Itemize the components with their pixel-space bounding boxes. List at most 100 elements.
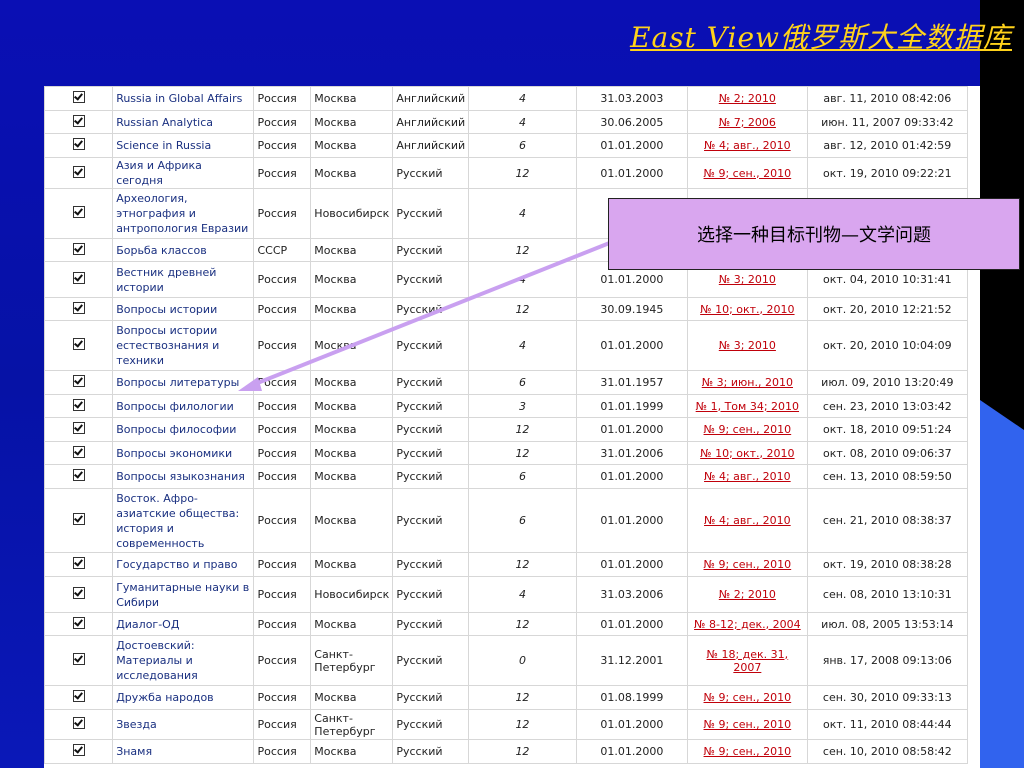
table-row[interactable]: Гуманитарные науки в Сибири Россия Новосиб…	[44, 576, 969, 613]
cell-title[interactable]: Вопросы истории естествознания и техники	[112, 320, 255, 371]
table-row[interactable]: Государство и право Россия Москва Русский 12…	[44, 552, 969, 577]
issue-link[interactable]: № 10; окт., 2010	[700, 447, 794, 460]
table-row[interactable]: Вопросы истории естествознания и техники…	[44, 320, 969, 371]
table-row[interactable]: Диалог-ОД Россия Москва Русский 12 01.01.2000…	[44, 612, 969, 636]
checkbox[interactable]	[44, 635, 114, 686]
issue-link[interactable]: № 9; сен., 2010	[704, 745, 792, 758]
issue-link[interactable]: № 9; сен., 2010	[704, 423, 792, 436]
checkbox[interactable]	[44, 297, 114, 321]
cell-title[interactable]: Russia in Global Affairs	[112, 86, 255, 111]
checkbox[interactable]	[44, 417, 114, 442]
checkbox[interactable]	[44, 576, 114, 613]
cell-title[interactable]: Вопросы языкознания	[112, 464, 255, 489]
cell-title[interactable]: Азия и Африка сегодня	[112, 157, 255, 189]
row-checkbox[interactable]	[72, 165, 85, 178]
cell-title[interactable]: Диалог-ОД	[112, 612, 255, 636]
table-row[interactable]: Восток. Афро-азиатские общества: история…	[44, 488, 969, 553]
table-row[interactable]: Russia in Global Affairs Россия Москва Англ…	[44, 86, 969, 111]
row-checkbox[interactable]	[72, 301, 85, 314]
checkbox[interactable]	[44, 739, 114, 764]
cell-title[interactable]: Вопросы экономики	[112, 441, 255, 465]
table-row[interactable]: Вопросы филологии Россия Москва Русский 3 01.…	[44, 394, 969, 418]
checkbox[interactable]	[44, 685, 114, 710]
checkbox[interactable]	[44, 464, 114, 489]
issue-link[interactable]: № 3; 2010	[719, 273, 776, 286]
cell-title[interactable]: Russian Analytica	[112, 110, 255, 134]
issue-link[interactable]: № 8-12; дек., 2004	[694, 618, 801, 631]
table-row[interactable]: Вопросы истории Россия Москва Русский 12 30.0…	[44, 297, 969, 321]
row-checkbox[interactable]	[72, 744, 85, 756]
row-checkbox[interactable]	[72, 242, 85, 255]
cell-title[interactable]: Вопросы филологии	[112, 394, 255, 418]
cell-title[interactable]: Восток. Афро-азиатские общества: история…	[112, 488, 255, 553]
cell-title[interactable]: Дружба народов	[112, 685, 255, 710]
issue-link[interactable]: № 2; 2010	[719, 588, 776, 601]
cell-title[interactable]: Борьба классов	[112, 238, 255, 262]
issue-link[interactable]: № 1, Том 34; 2010	[696, 400, 799, 413]
table-row[interactable]: Достоевский: Материалы и исследования Рос…	[44, 635, 969, 686]
row-checkbox[interactable]	[72, 557, 85, 569]
row-checkbox[interactable]	[72, 338, 85, 350]
row-checkbox[interactable]	[72, 91, 85, 103]
row-checkbox[interactable]	[72, 616, 85, 629]
checkbox[interactable]	[44, 320, 114, 371]
row-checkbox[interactable]	[72, 138, 85, 150]
issue-link[interactable]: № 2; 2010	[719, 92, 776, 105]
checkbox[interactable]	[44, 188, 114, 239]
cell-title[interactable]: Достоевский: Материалы и исследования	[112, 635, 255, 686]
table-row[interactable]: Дружба народов Россия Москва Русский 12 01.08…	[44, 685, 969, 710]
row-checkbox[interactable]	[72, 375, 85, 387]
issue-link[interactable]: № 4; авг., 2010	[704, 470, 791, 483]
checkbox[interactable]	[44, 394, 114, 418]
issue-link[interactable]: № 7; 2006	[719, 116, 776, 129]
row-checkbox[interactable]	[72, 653, 85, 665]
cell-title[interactable]: Science in Russia	[112, 133, 255, 158]
table-row[interactable]: Вопросы языкознания Россия Москва Русский 6 0…	[44, 464, 969, 489]
checkbox[interactable]	[44, 133, 114, 158]
issue-link[interactable]: № 4; авг., 2010	[704, 514, 791, 527]
table-row[interactable]: Вопросы экономики Россия Москва Русский 12 31…	[44, 441, 969, 465]
issue-link[interactable]: № 18; дек. 31, 2007	[707, 648, 789, 674]
row-checkbox[interactable]	[72, 398, 85, 411]
issue-link[interactable]: № 9; сен., 2010	[704, 558, 792, 571]
row-checkbox[interactable]	[72, 422, 85, 434]
table-row[interactable]: Russian Analytica Россия Москва Английский 4…	[44, 110, 969, 134]
checkbox[interactable]	[44, 110, 114, 134]
cell-title[interactable]: Знамя	[112, 739, 255, 764]
issue-link[interactable]: № 10; окт., 2010	[700, 303, 794, 316]
checkbox[interactable]	[44, 86, 114, 111]
checkbox[interactable]	[44, 552, 114, 577]
cell-title[interactable]: Вопросы истории	[112, 297, 255, 321]
table-row[interactable]: Звезда Россия Санкт-Петербург Русский 12 01.0…	[44, 709, 969, 740]
row-checkbox[interactable]	[72, 469, 85, 481]
table-row[interactable]: Вопросы литературы Россия Москва Русский 6 31…	[44, 370, 969, 395]
cell-title[interactable]: Вопросы философии	[112, 417, 255, 442]
table-row[interactable]: Вопросы философии Россия Москва Русский 12 01…	[44, 417, 969, 442]
table-row[interactable]: Знамя Россия Москва Русский 12 01.01.2000 № 9;…	[44, 739, 969, 764]
checkbox[interactable]	[44, 238, 114, 262]
row-checkbox[interactable]	[72, 114, 85, 127]
checkbox[interactable]	[44, 157, 114, 189]
row-checkbox[interactable]	[72, 587, 85, 599]
table-row[interactable]: Science in Russia Россия Москва Английский 6…	[44, 133, 969, 158]
checkbox[interactable]	[44, 261, 114, 298]
issue-link[interactable]: № 3; июн., 2010	[702, 376, 793, 389]
row-checkbox[interactable]	[72, 445, 85, 458]
row-checkbox[interactable]	[72, 272, 85, 284]
row-checkbox[interactable]	[72, 717, 85, 729]
row-checkbox[interactable]	[72, 690, 85, 702]
checkbox[interactable]	[44, 488, 114, 553]
issue-link[interactable]: № 9; сен., 2010	[704, 718, 792, 731]
issue-link[interactable]: № 9; сен., 2010	[704, 691, 792, 704]
cell-title[interactable]: Вестник древней истории	[112, 261, 255, 298]
checkbox[interactable]	[44, 441, 114, 465]
row-checkbox[interactable]	[72, 206, 85, 218]
cell-title[interactable]: Археология, этнография и антропология Ев…	[112, 188, 255, 239]
issue-link[interactable]: № 4; авг., 2010	[704, 139, 791, 152]
cell-title[interactable]: Звезда	[112, 709, 255, 740]
checkbox[interactable]	[44, 370, 114, 395]
cell-title[interactable]: Государство и право	[112, 552, 255, 577]
checkbox[interactable]	[44, 612, 114, 636]
issue-link[interactable]: № 3; 2010	[719, 339, 776, 352]
issue-link[interactable]: № 9; сен., 2010	[704, 167, 792, 180]
